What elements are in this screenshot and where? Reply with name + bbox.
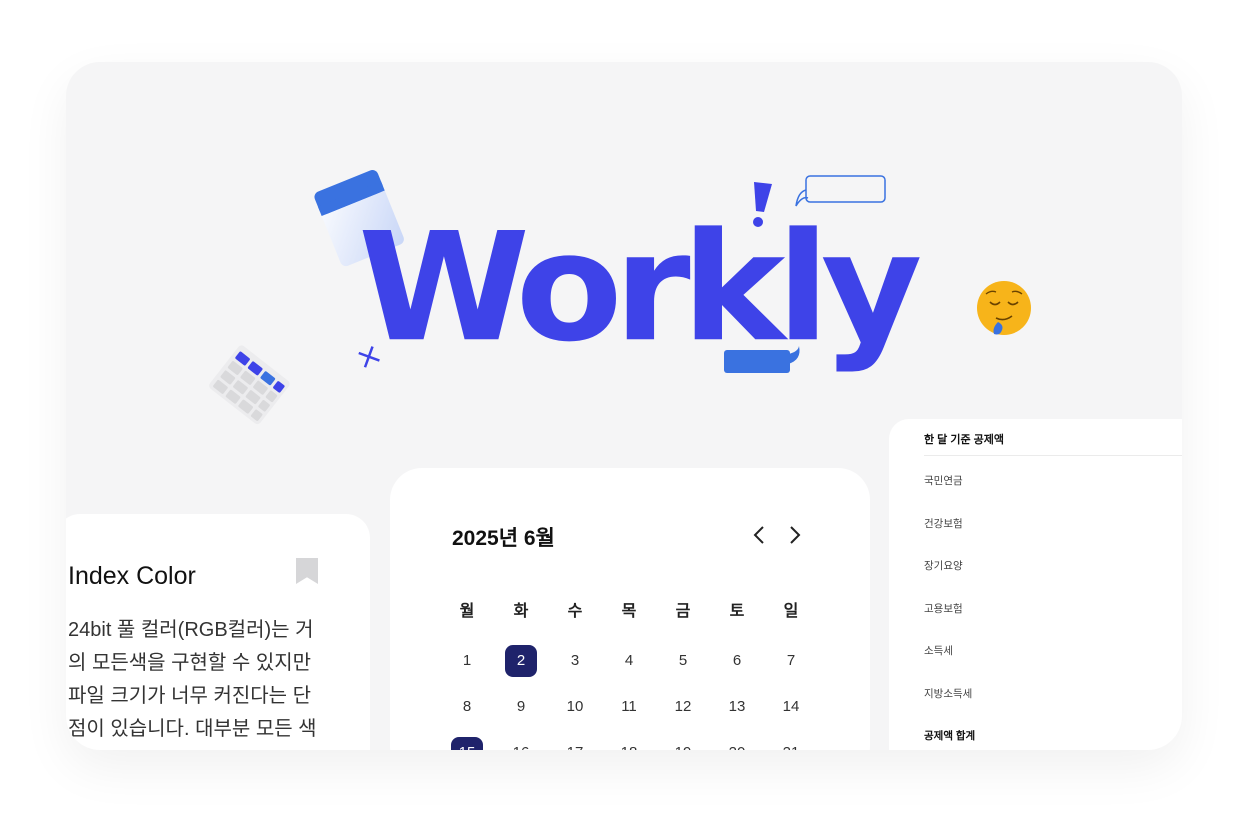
- calendar-day[interactable]: 12: [656, 691, 710, 723]
- card-title: Index Color: [68, 562, 196, 590]
- calendar-day[interactable]: 17: [548, 737, 602, 750]
- weekday-fri: 금: [675, 603, 691, 620]
- weekday-header: 월 화 수 목 금 토 일: [440, 588, 818, 630]
- calendar-day[interactable]: 4: [602, 645, 656, 677]
- calendar-week: 1 2 3 4 5 6 7: [440, 638, 818, 684]
- calendar-day[interactable]: 18: [602, 737, 656, 750]
- list-item: 고용보험: [924, 602, 963, 615]
- chevron-right-icon[interactable]: [784, 524, 804, 546]
- divider: [924, 455, 1182, 456]
- list-item: 국민연금: [924, 475, 963, 487]
- chevron-left-icon[interactable]: [750, 524, 770, 546]
- list-item: 지방소득세: [924, 687, 973, 700]
- calendar-day[interactable]: 7: [764, 645, 818, 677]
- deduction-card: 한 달 기준 공제액 국민연금 건강보험 장기요양 고용보험 소득세 지방소득세…: [889, 419, 1182, 750]
- calendar-day-selected[interactable]: 15: [440, 737, 494, 750]
- calendar-day[interactable]: 10: [548, 691, 602, 723]
- sleepy-emoji-icon: [977, 281, 1031, 335]
- calendar-day[interactable]: 19: [656, 737, 710, 750]
- calendar-day[interactable]: 16: [494, 737, 548, 750]
- calendar-day[interactable]: 6: [710, 645, 764, 677]
- index-color-card: Index Color 24bit 풀 컬러(RGB컬러)는 거의 모든색을 구…: [66, 514, 370, 750]
- calendar-grid: 월 화 수 목 금 토 일 1 2 3 4 5 6 7 8 9 10 11 12…: [440, 588, 818, 750]
- calendar-day[interactable]: 11: [602, 691, 656, 723]
- weekday-sun: 일: [783, 603, 799, 620]
- weekday-tue: 화: [513, 603, 529, 620]
- deduction-list: 국민연금 건강보험 장기요양 고용보험 소득세 지방소득세 공제액 합계: [924, 473, 975, 750]
- calendar-day[interactable]: 14: [764, 691, 818, 723]
- list-item: 소득세: [924, 645, 953, 657]
- calendar-day[interactable]: 9: [494, 691, 548, 723]
- calendar-week: 15 16 17 18 19 20 21: [440, 730, 818, 750]
- calendar-day[interactable]: 13: [710, 691, 764, 723]
- deduction-title: 한 달 기준 공제액: [924, 434, 1005, 446]
- weekday-wed: 수: [567, 603, 583, 620]
- card-body-text: 24bit 풀 컬러(RGB컬러)는 거의 모든색을 구현할 수 있지만 파일 …: [68, 619, 317, 740]
- weekday-thu: 목: [621, 603, 637, 620]
- bookmark-icon[interactable]: [296, 558, 318, 584]
- calendar-day[interactable]: 20: [710, 737, 764, 750]
- deduction-total-label: 공제액 합계: [924, 730, 976, 742]
- calendar-day[interactable]: 3: [548, 645, 602, 677]
- weekday-mon: 월: [459, 603, 475, 620]
- weekday-sat: 토: [729, 603, 745, 620]
- brand-logo: Workly: [358, 200, 923, 375]
- message-bar-icon: [724, 346, 800, 373]
- calendar-week: 8 9 10 11 12 13 14: [440, 684, 818, 730]
- calendar-day-selected[interactable]: 2: [494, 645, 548, 677]
- calendar-day[interactable]: 8: [440, 691, 494, 723]
- calendar-card: 2025년 6월 월 화 수 목 금 토 일 1 2 3 4 5 6 7 8 9…: [390, 468, 870, 750]
- hero-frame: Workly Index Color 24bit 풀 컬러(RGB컬러)는 거의…: [66, 62, 1182, 750]
- list-item: 건강보험: [924, 517, 963, 530]
- calendar-day[interactable]: 5: [656, 645, 710, 677]
- list-item: 장기요양: [924, 560, 963, 572]
- calendar-month-title: 2025년 6월: [452, 527, 555, 550]
- calendar-day[interactable]: 1: [440, 645, 494, 677]
- calendar-day[interactable]: 21: [764, 737, 818, 750]
- spreadsheet-icon: [209, 345, 290, 425]
